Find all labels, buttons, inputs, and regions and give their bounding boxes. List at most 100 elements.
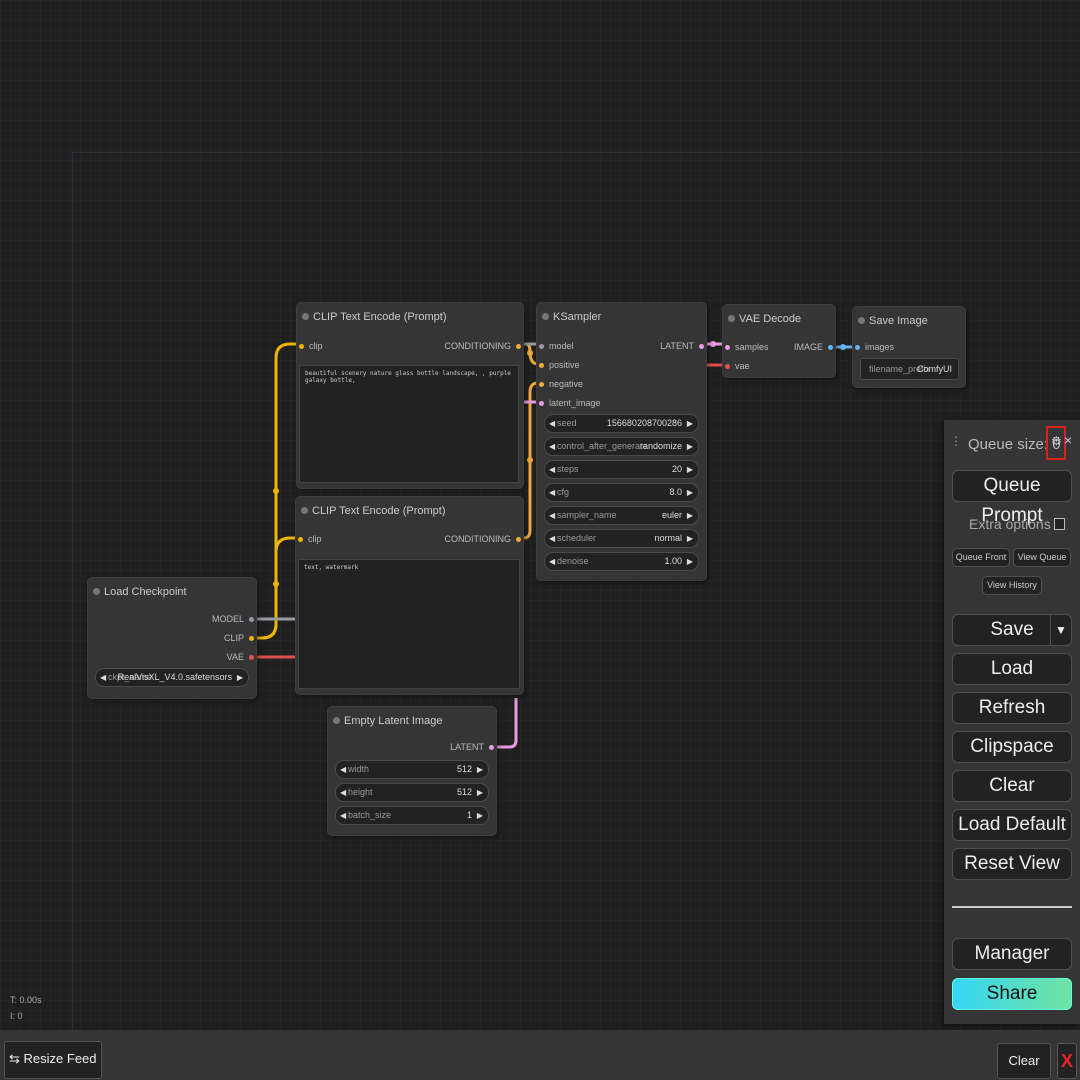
- render-time: T: 0.00s: [10, 995, 42, 1005]
- load-button[interactable]: Load: [952, 653, 1072, 685]
- collapse-dot-icon[interactable]: [301, 507, 308, 514]
- input-slot-clip[interactable]: clip: [299, 341, 323, 351]
- decrement-arrow-icon[interactable]: ◀: [340, 784, 346, 801]
- input-slot-latent-image[interactable]: latent_image: [539, 398, 601, 408]
- node-title: CLIP Text Encode (Prompt): [313, 311, 447, 323]
- input-slot-negative[interactable]: negative: [539, 379, 583, 389]
- queue-prompt-button[interactable]: Queue Prompt: [952, 470, 1072, 526]
- widget-sampler-name[interactable]: ◀ sampler_name euler ▶: [544, 506, 699, 525]
- clear-button[interactable]: Clear: [952, 770, 1072, 802]
- node-title-bar[interactable]: Empty Latent Image: [328, 707, 496, 735]
- node-title-bar[interactable]: KSampler: [537, 303, 706, 331]
- node-title-bar[interactable]: Load Checkpoint: [88, 578, 256, 606]
- decrement-arrow-icon[interactable]: ◀: [340, 761, 346, 778]
- close-feed-button[interactable]: X: [1057, 1043, 1077, 1079]
- increment-arrow-icon[interactable]: ▶: [237, 669, 243, 686]
- increment-arrow-icon[interactable]: ▶: [687, 507, 693, 524]
- output-slot-model[interactable]: MODEL: [212, 614, 254, 624]
- widget-width[interactable]: ◀ width 512 ▶: [335, 760, 489, 779]
- clip-text-encode-negative-node[interactable]: CLIP Text Encode (Prompt) clip CONDITION…: [296, 497, 523, 694]
- collapse-dot-icon[interactable]: [728, 315, 735, 322]
- save-button[interactable]: Save ▼: [952, 614, 1072, 646]
- node-title: Save Image: [869, 315, 928, 327]
- node-title-bar[interactable]: Save Image: [853, 307, 965, 335]
- input-slot-images[interactable]: images: [855, 342, 894, 352]
- input-slot-clip[interactable]: clip: [298, 534, 322, 544]
- collapse-dot-icon[interactable]: [542, 313, 549, 320]
- decrement-arrow-icon[interactable]: ◀: [549, 507, 555, 524]
- feed-clear-button[interactable]: Clear: [997, 1043, 1051, 1079]
- input-slot-vae[interactable]: vae: [725, 361, 750, 371]
- increment-arrow-icon[interactable]: ▶: [687, 461, 693, 478]
- widget-control-after-generate[interactable]: ◀ control_after_generate randomize ▶: [544, 437, 699, 456]
- input-slot-model[interactable]: model: [539, 341, 574, 351]
- ksampler-node[interactable]: KSampler model positive negative latent_…: [537, 303, 706, 580]
- decrement-arrow-icon[interactable]: ◀: [549, 484, 555, 501]
- widget-denoise[interactable]: ◀ denoise 1.00 ▶: [544, 552, 699, 571]
- increment-arrow-icon[interactable]: ▶: [477, 761, 483, 778]
- load-checkpoint-node[interactable]: Load Checkpoint MODEL CLIP VAE ◀ ckpt_na…: [88, 578, 256, 698]
- increment-arrow-icon[interactable]: ▶: [477, 807, 483, 824]
- node-title-bar[interactable]: VAE Decode: [723, 305, 835, 333]
- widget-ckpt-name[interactable]: ◀ ckpt_name RealVisXL_V4.0.safetensors ▶: [95, 668, 249, 687]
- increment-arrow-icon[interactable]: ▶: [477, 784, 483, 801]
- input-slot-positive[interactable]: positive: [539, 360, 580, 370]
- queue-front-button[interactable]: Queue Front: [952, 548, 1010, 567]
- manager-button[interactable]: Manager: [952, 938, 1072, 970]
- save-image-node[interactable]: Save Image images filename_prefix ComfyU…: [853, 307, 965, 387]
- extra-options-checkbox[interactable]: [1053, 518, 1065, 530]
- output-slot-vae[interactable]: VAE: [227, 652, 254, 662]
- menu-divider: [952, 906, 1072, 908]
- output-slot-conditioning[interactable]: CONDITIONING: [445, 534, 521, 544]
- increment-arrow-icon[interactable]: ▶: [687, 530, 693, 547]
- increment-arrow-icon[interactable]: ▶: [687, 415, 693, 432]
- share-button[interactable]: Share: [952, 978, 1072, 1010]
- collapse-dot-icon[interactable]: [302, 313, 309, 320]
- decrement-arrow-icon[interactable]: ◀: [340, 807, 346, 824]
- settings-button[interactable]: ⚙: [1046, 426, 1066, 460]
- widget-scheduler[interactable]: ◀ scheduler normal ▶: [544, 529, 699, 548]
- chevron-down-icon[interactable]: ▼: [1050, 615, 1071, 645]
- widget-seed[interactable]: ◀ seed 156680208700286 ▶: [544, 414, 699, 433]
- empty-latent-image-node[interactable]: Empty Latent Image LATENT ◀ width 512 ▶ …: [328, 707, 496, 835]
- decrement-arrow-icon[interactable]: ◀: [549, 461, 555, 478]
- clip-text-encode-positive-node[interactable]: CLIP Text Encode (Prompt) clip CONDITION…: [297, 303, 523, 488]
- collapse-dot-icon[interactable]: [93, 588, 100, 595]
- load-default-button[interactable]: Load Default: [952, 809, 1072, 841]
- decrement-arrow-icon[interactable]: ◀: [549, 553, 555, 570]
- vae-decode-node[interactable]: VAE Decode samples vae IMAGE: [723, 305, 835, 377]
- refresh-button[interactable]: Refresh: [952, 692, 1072, 724]
- node-title-bar[interactable]: CLIP Text Encode (Prompt): [297, 303, 523, 331]
- input-slot-samples[interactable]: samples: [725, 342, 769, 352]
- resize-feed-button[interactable]: ⇆ Resize Feed: [4, 1041, 102, 1079]
- increment-arrow-icon[interactable]: ▶: [687, 553, 693, 570]
- clipspace-button[interactable]: Clipspace: [952, 731, 1072, 763]
- widget-steps[interactable]: ◀ steps 20 ▶: [544, 460, 699, 479]
- node-title-bar[interactable]: CLIP Text Encode (Prompt): [296, 497, 523, 525]
- widget-height[interactable]: ◀ height 512 ▶: [335, 783, 489, 802]
- prompt-textarea[interactable]: text, watermark: [298, 559, 520, 689]
- decrement-arrow-icon[interactable]: ◀: [549, 530, 555, 547]
- output-slot-conditioning[interactable]: CONDITIONING: [445, 341, 521, 351]
- view-queue-button[interactable]: View Queue: [1013, 548, 1071, 567]
- decrement-arrow-icon[interactable]: ◀: [100, 669, 106, 686]
- increment-arrow-icon[interactable]: ▶: [687, 484, 693, 501]
- filename-prefix-field[interactable]: filename_prefix ComfyUI: [860, 358, 959, 380]
- collapse-dot-icon[interactable]: [858, 317, 865, 324]
- increment-arrow-icon[interactable]: ▶: [687, 438, 693, 455]
- extra-options-toggle[interactable]: Extra options: [969, 516, 1065, 532]
- reset-view-button[interactable]: Reset View: [952, 848, 1072, 880]
- widget-cfg[interactable]: ◀ cfg 8.0 ▶: [544, 483, 699, 502]
- drag-handle-icon[interactable]: ⋮: [950, 434, 962, 448]
- prompt-textarea[interactable]: beautiful scenery nature glass bottle la…: [299, 365, 519, 483]
- widget-batch-size[interactable]: ◀ batch_size 1 ▶: [335, 806, 489, 825]
- decrement-arrow-icon[interactable]: ◀: [549, 438, 555, 455]
- output-slot-latent[interactable]: LATENT: [660, 341, 704, 351]
- view-history-button[interactable]: View History: [982, 576, 1042, 595]
- output-slot-image[interactable]: IMAGE: [794, 342, 833, 352]
- close-icon[interactable]: ×: [1064, 432, 1072, 448]
- output-slot-latent[interactable]: LATENT: [450, 742, 494, 752]
- output-slot-clip[interactable]: CLIP: [224, 633, 254, 643]
- decrement-arrow-icon[interactable]: ◀: [549, 415, 555, 432]
- collapse-dot-icon[interactable]: [333, 717, 340, 724]
